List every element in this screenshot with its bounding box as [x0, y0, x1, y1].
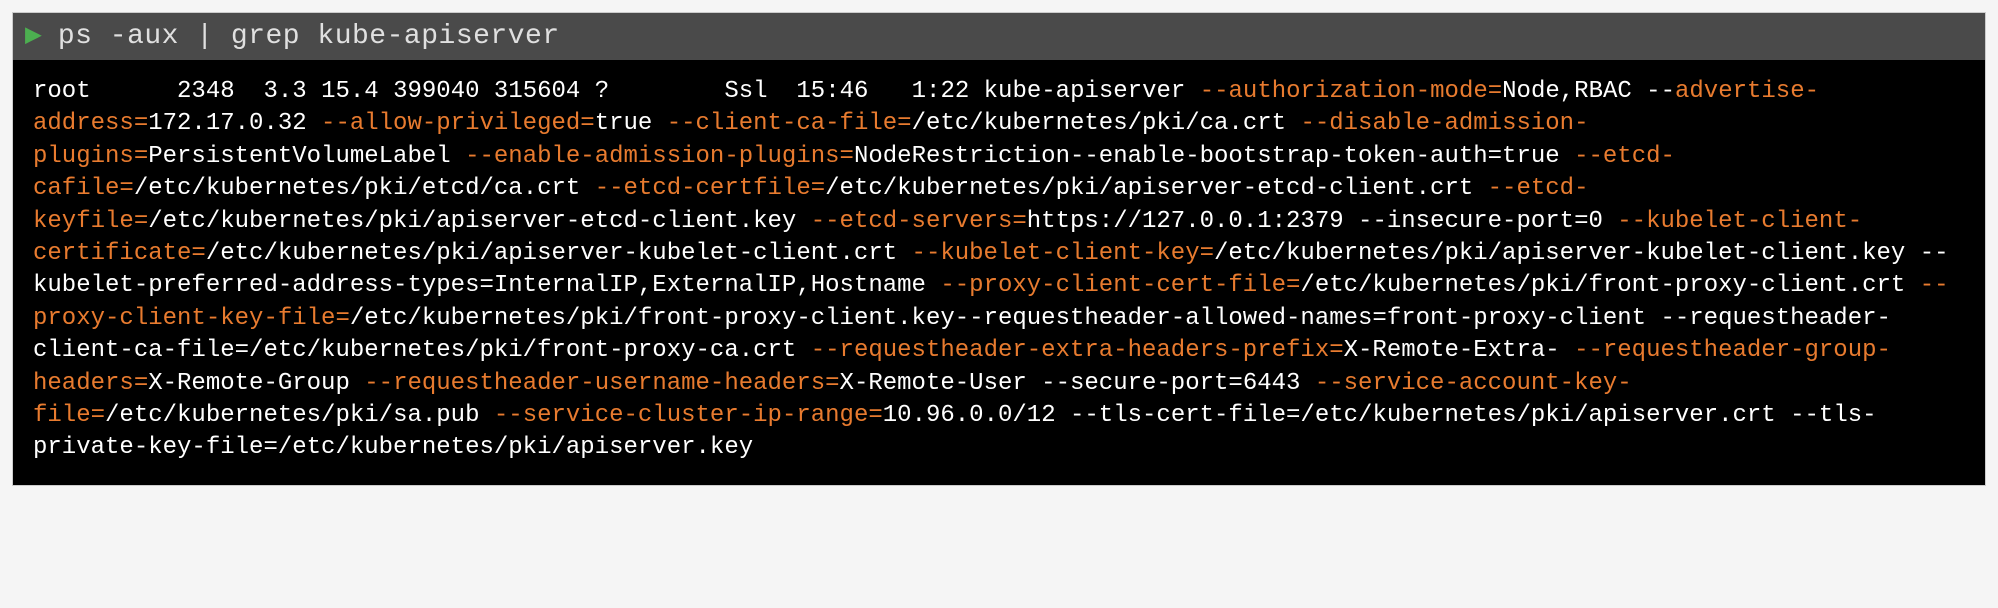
flag-etcd-certfile: --etcd-certfile= [595, 175, 825, 202]
val-requestheader-group-headers: X-Remote-Group [148, 370, 364, 397]
prompt-arrow-icon: ▶ [25, 23, 42, 51]
val-allow-privileged: true [595, 110, 667, 137]
val-kubelet-client-certificate: /etc/kubernetes/pki/apiserver-kubelet-cl… [206, 240, 912, 267]
ps-stat: Ssl [724, 78, 767, 105]
process-output: root 2348 3.3 15.4 399040 315604 ? Ssl 1… [33, 76, 1965, 465]
flag-allow-privileged: --allow-privileged= [321, 110, 595, 137]
flag-client-ca-file: --client-ca-file= [667, 110, 912, 137]
ps-tty: ? [595, 78, 609, 105]
terminal-output: root 2348 3.3 15.4 399040 315604 ? Ssl 1… [13, 60, 1985, 485]
flag-requestheader-username-headers: --requestheader-username-headers= [364, 370, 839, 397]
val-authorization-mode: Node,RBAC -- [1502, 78, 1675, 105]
terminal-header: ▶ ps -aux | grep kube-apiserver [13, 13, 1985, 60]
val-enable-admission-plugins: NodeRestriction--enable-bootstrap-token-… [854, 143, 1574, 170]
ps-user: root [33, 78, 91, 105]
ps-mem: 15.4 [321, 78, 379, 105]
terminal-window: ▶ ps -aux | grep kube-apiserver root 234… [12, 12, 1986, 486]
val-client-ca-file: /etc/kubernetes/pki/ca.crt [912, 110, 1301, 137]
val-etcd-keyfile: /etc/kubernetes/pki/apiserver-etcd-clien… [148, 208, 811, 235]
ps-vsz: 399040 [393, 78, 479, 105]
val-etcd-cafile: /etc/kubernetes/pki/etcd/ca.crt [134, 175, 595, 202]
flag-proxy-client-cert-file: --proxy-client-cert-file= [940, 272, 1300, 299]
flag-kubelet-client-key: --kubelet-client-key= [912, 240, 1214, 267]
ps-cpu: 3.3 [263, 78, 306, 105]
flag-service-cluster-ip-range: --service-cluster-ip-range= [494, 402, 883, 429]
flag-authorization-mode: --authorization-mode= [1200, 78, 1502, 105]
ps-cmd: kube-apiserver [984, 78, 1186, 105]
val-etcd-servers: https://127.0.0.1:2379 --insecure-port=0 [1027, 208, 1618, 235]
val-requestheader-extra-headers-prefix: X-Remote-Extra- [1344, 337, 1574, 364]
val-disable-admission-plugins: PersistentVolumeLabel [148, 143, 465, 170]
val-requestheader-username-headers: X-Remote-User --secure-port=6443 [840, 370, 1315, 397]
command-text: ps -aux | grep kube-apiserver [58, 21, 560, 52]
val-service-account-key-file: /etc/kubernetes/pki/sa.pub [105, 402, 494, 429]
val-etcd-certfile: /etc/kubernetes/pki/apiserver-etcd-clien… [825, 175, 1488, 202]
flag-requestheader-extra-headers-prefix: --requestheader-extra-headers-prefix= [811, 337, 1344, 364]
ps-pid: 2348 [177, 78, 235, 105]
val-advertise-address: 172.17.0.32 [148, 110, 321, 137]
ps-rss: 315604 [494, 78, 580, 105]
ps-start: 15:46 [796, 78, 868, 105]
val-proxy-client-cert-file: /etc/kubernetes/pki/front-proxy-client.c… [1300, 272, 1919, 299]
flag-etcd-servers: --etcd-servers= [811, 208, 1027, 235]
ps-time: 1:22 [912, 78, 970, 105]
flag-enable-admission-plugins: --enable-admission-plugins= [465, 143, 854, 170]
